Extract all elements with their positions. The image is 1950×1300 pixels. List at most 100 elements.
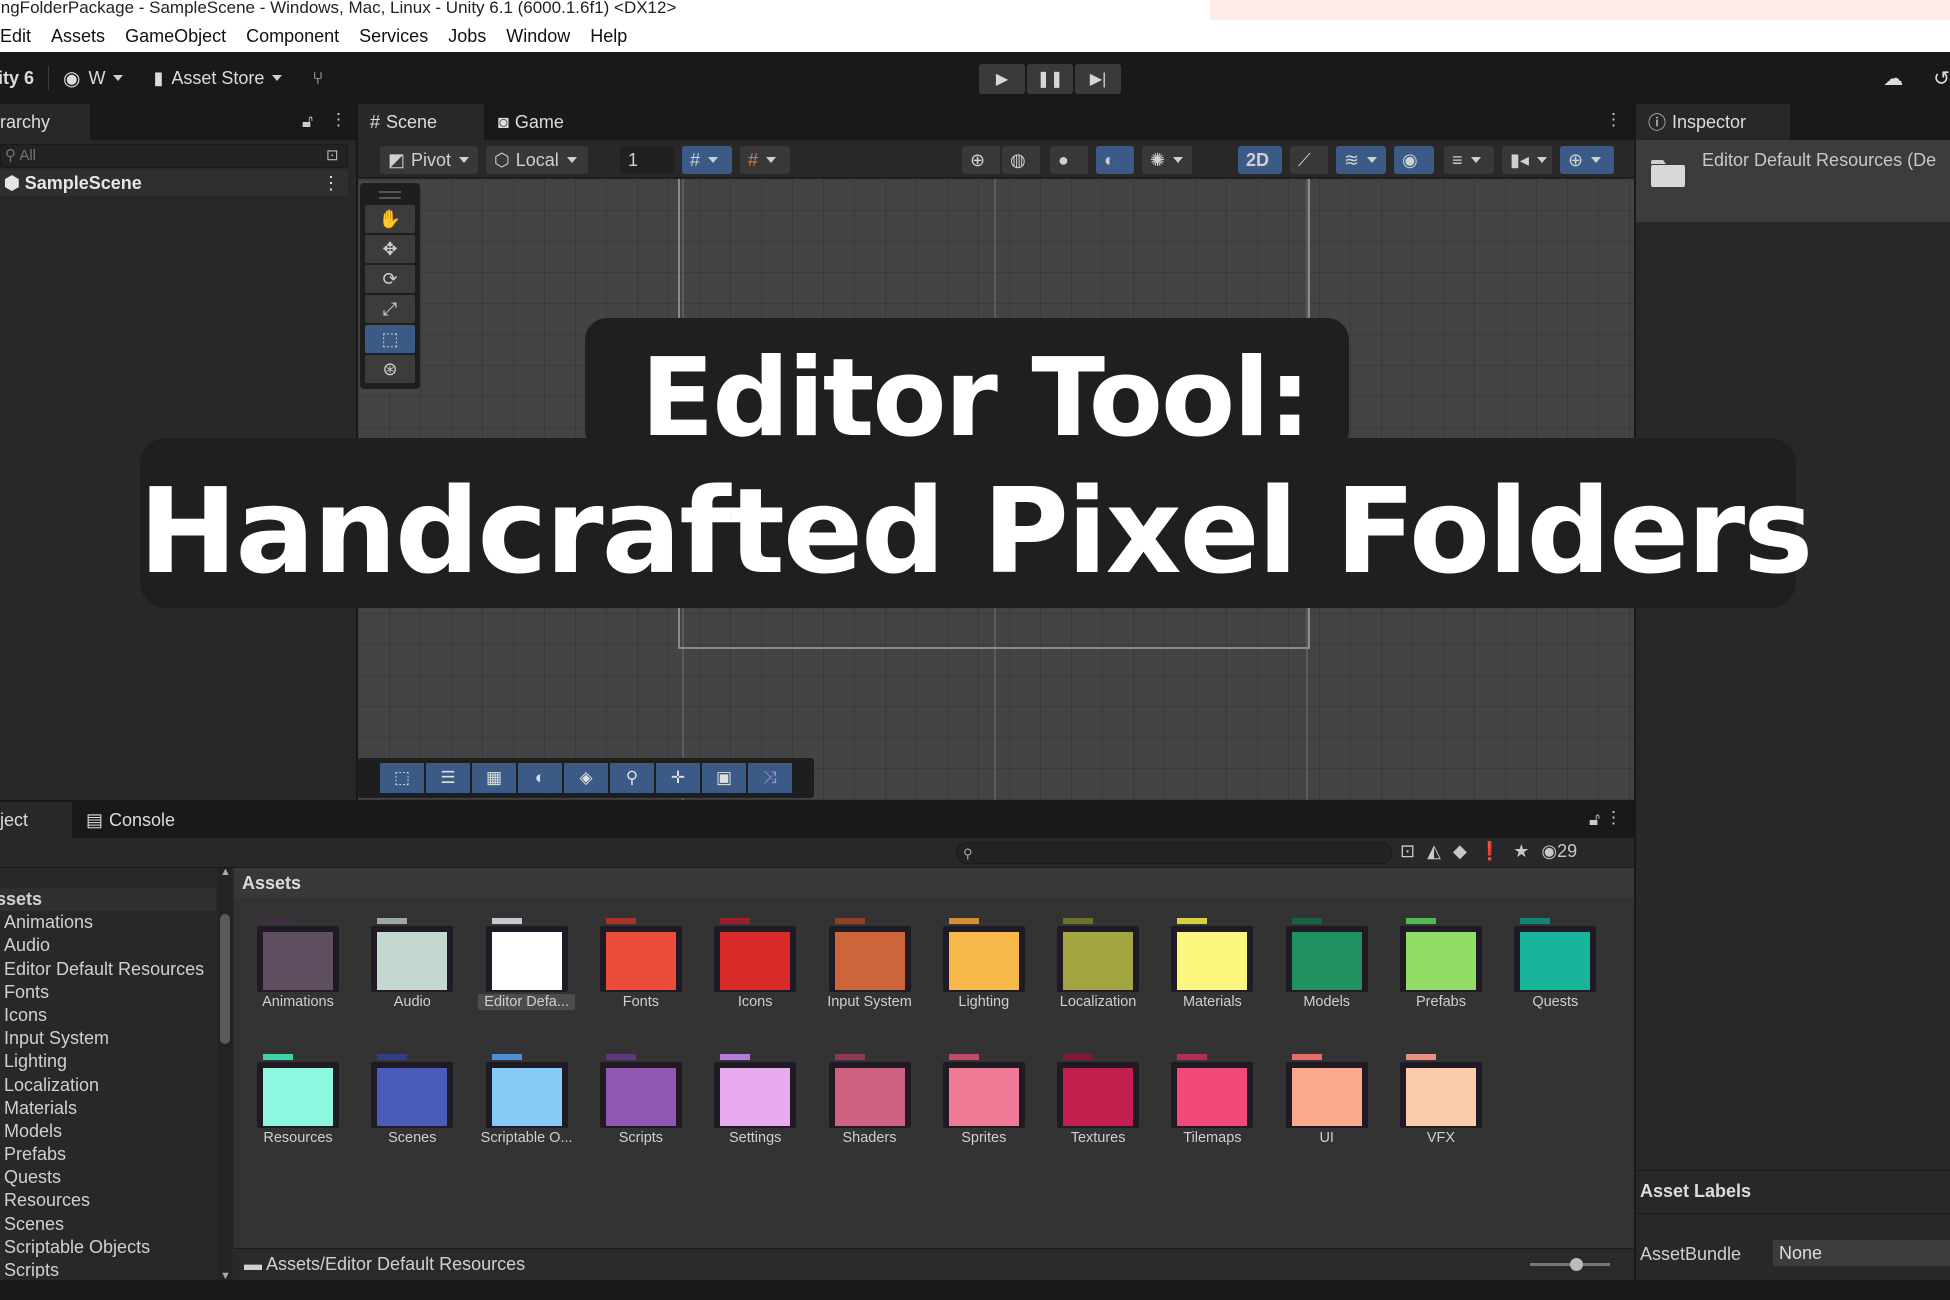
tab-game[interactable]: ◙ Game [486,104,606,140]
asset-folder[interactable]: Scriptable O... [477,1054,577,1146]
tree-item[interactable]: Audio [0,934,216,957]
project-search-input[interactable]: ⚲ [956,842,1392,864]
grid-size-input[interactable]: 1 [620,146,674,174]
asset-folder[interactable]: Icons [705,918,805,1010]
fx-dropdown[interactable]: ✺ [1142,146,1192,174]
asset-folder[interactable]: Settings [705,1054,805,1146]
wireframe-button[interactable]: ◍ [1002,146,1040,174]
asset-folder[interactable]: Input System [820,918,920,1010]
tree-item[interactable]: Materials [0,1097,216,1120]
cloud-icon[interactable]: ☁ [1883,66,1903,91]
asset-folder[interactable]: Audio [362,918,462,1010]
overlay-grid-button[interactable]: ▦ [472,763,516,793]
tree-item[interactable]: Scenes [0,1213,216,1236]
tree-item[interactable]: Editor Default Resources [0,958,216,981]
scene-fx-dropdown[interactable]: ≋ [1336,146,1386,174]
icon-size-slider[interactable] [1530,1258,1610,1271]
shaded-button[interactable]: ● [1050,146,1088,174]
asset-folder[interactable]: VFX [1391,1054,1491,1146]
menu-help[interactable]: Help [580,26,637,47]
menu-gameobject[interactable]: GameObject [115,26,236,47]
asset-folder[interactable]: Shaders [820,1054,920,1146]
overlay-pivot-button[interactable]: ✛ [656,763,700,793]
asset-folder[interactable]: Textures [1048,1054,1148,1146]
more-icon[interactable]: ⋮ [1605,808,1622,828]
overlay-search-button[interactable]: ⚲ [610,763,654,793]
more-icon[interactable]: ⋮ [330,110,347,130]
asset-folder[interactable]: Scripts [591,1054,691,1146]
asset-folder[interactable]: Sprites [934,1054,1034,1146]
asset-folder[interactable]: Lighting [934,918,1034,1010]
audio-toggle[interactable]: ⟋ [1290,146,1328,174]
asset-folder[interactable]: Quests [1505,918,1605,1010]
hand-tool[interactable]: ✋ [365,205,415,233]
asset-folder[interactable]: Scenes [362,1054,462,1146]
asset-folder[interactable]: Tilemaps [1162,1054,1262,1146]
overlay-rect-button[interactable]: ⬚ [380,763,424,793]
account-dropdown[interactable]: ◉ W [63,66,124,91]
tree-item[interactable]: Fonts [0,981,216,1004]
overlay-light-button[interactable]: ◐ [518,763,562,793]
tab-hierarchy[interactable]: rarchy [0,104,90,140]
scroll-up-icon[interactable]: ▲ [220,866,231,878]
play-button[interactable]: ▶ [979,64,1025,94]
menu-edit[interactable]: Edit [0,26,41,47]
tree-item[interactable]: Prefabs [0,1143,216,1166]
tree-item[interactable]: Icons [0,1004,216,1027]
favorite-star-icon[interactable]: ★ [1513,841,1529,862]
menu-assets[interactable]: Assets [41,26,115,47]
increment-snap-button[interactable]: # [740,146,790,174]
gizmos-dropdown[interactable]: ⊕ [1560,146,1614,174]
menu-services[interactable]: Services [349,26,438,47]
tree-item[interactable]: Resources [0,1189,216,1212]
move-tool[interactable]: ✥ [365,235,415,263]
hierarchy-scene-row[interactable]: ⬢ SampleScene ⋮ [0,170,348,196]
asset-folder[interactable]: Models [1277,918,1377,1010]
camera-dropdown[interactable]: ▮◂ [1502,146,1552,174]
slider-knob[interactable] [1570,1258,1583,1271]
more-icon[interactable]: ⋮ [1605,110,1622,130]
pause-button[interactable]: ❚❚ [1027,64,1073,94]
scale-tool[interactable]: ⤢ [365,295,415,323]
grid-snap-button[interactable]: # [682,146,732,174]
asset-folder[interactable]: Resources [248,1054,348,1146]
tab-console[interactable]: ▤ Console [74,802,214,838]
label-tag-icon[interactable]: ◆ [1453,841,1467,862]
asset-bundle-dropdown[interactable]: None [1773,1240,1950,1266]
search-options-icon[interactable]: ⊡ [326,146,339,164]
asset-labels-heading[interactable]: Asset Labels [1636,1170,1950,1214]
search-options-icon[interactable]: ⊡ [1400,841,1415,862]
asset-folder[interactable]: Prefabs [1391,918,1491,1010]
rotate-tool[interactable]: ⟳ [365,265,415,293]
scene-more-icon[interactable]: ⋮ [322,170,340,196]
tree-item[interactable]: Scripts [0,1259,216,1278]
hierarchy-search-input[interactable]: ⚲ All [0,144,348,168]
asset-folder[interactable]: UI [1277,1054,1377,1146]
tab-scene[interactable]: # Scene [358,104,484,140]
tree-item[interactable]: Input System [0,1027,216,1050]
overlay-layers-button[interactable]: ◈ [564,763,608,793]
overlay-align-button[interactable]: ☰ [426,763,470,793]
lock-icon[interactable]: 🔓︎ [1589,810,1600,830]
layers-dropdown[interactable]: ≡ [1444,146,1494,174]
asset-folder[interactable]: Fonts [591,918,691,1010]
eye-icon[interactable]: ◉29 [1541,841,1577,862]
step-button[interactable]: ▶| [1075,64,1121,94]
draw-mode-button[interactable]: ⊕ [962,146,1000,174]
lock-icon[interactable]: 🔓︎ [302,112,313,132]
pivot-dropdown[interactable]: ◩ Pivot [380,146,478,174]
asset-store-dropdown[interactable]: ▮ Asset Store [153,68,283,89]
tree-item[interactable]: Localization [0,1074,216,1097]
asset-folder[interactable]: Editor Defa... [477,918,577,1015]
overlay-camera-button[interactable]: ▣ [702,763,746,793]
mode-2d-toggle[interactable]: 2D [1238,146,1282,174]
tree-item[interactable]: Animations [0,911,216,934]
tree-scroll-thumb[interactable] [220,914,230,1044]
menu-window[interactable]: Window [496,26,580,47]
asset-folder[interactable]: Materials [1162,918,1262,1010]
warning-icon[interactable]: ❗ [1479,841,1501,862]
tree-item[interactable]: Lighting [0,1050,216,1073]
tree-item[interactable]: Models [0,1120,216,1143]
asset-folder[interactable]: Animations [248,918,348,1010]
visibility-toggle[interactable]: ◉ [1394,146,1434,174]
